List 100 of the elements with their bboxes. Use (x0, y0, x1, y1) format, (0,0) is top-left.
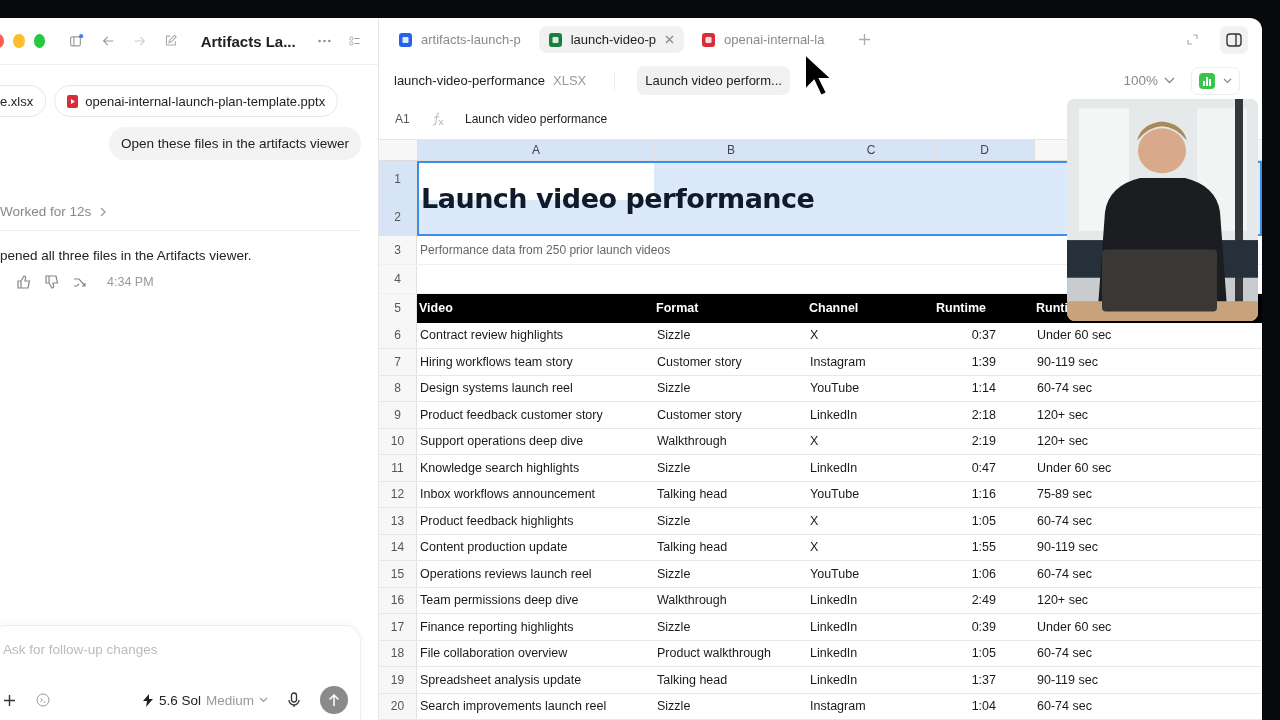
column-heading: Video (418, 301, 454, 315)
arrow-up-icon (328, 693, 340, 707)
worked-status[interactable]: Worked for 12s (0, 204, 92, 219)
table-cell-text: Product walkthrough (656, 645, 772, 663)
table-cell-text: Support operations deep dive (419, 433, 585, 451)
function-icon (431, 112, 445, 127)
table-cell-text: Sizzle (656, 512, 692, 530)
column-header[interactable]: C (807, 139, 934, 160)
row-number[interactable]: 9 (379, 402, 417, 428)
close-icon[interactable] (665, 35, 674, 45)
row-number[interactable]: 16 (379, 587, 417, 613)
table-cell-text: 60-74 sec (1036, 645, 1093, 663)
file-tab[interactable]: openai-internal-la (692, 26, 835, 54)
table-cell-text: Product feedback customer story (419, 406, 604, 424)
more-icon[interactable] (317, 39, 331, 43)
table-cell-text: Sizzle (656, 698, 692, 716)
row-number[interactable]: 18 (379, 640, 417, 666)
row-number[interactable]: 12 (379, 481, 417, 507)
list-icon[interactable] (348, 34, 360, 48)
sidebar-icon[interactable] (69, 32, 84, 50)
table-cell-text: Customer story (656, 406, 743, 424)
table-cell-text: File collaboration overview (419, 645, 569, 663)
table-cell-text: Hiring workflows team story (419, 353, 574, 371)
table-cell-text: Customer story (656, 353, 743, 371)
table-cell-text: 1:37 (970, 671, 997, 689)
microphone-icon[interactable] (288, 692, 300, 708)
file-name: launch-video-performance (394, 73, 546, 89)
new-tab-icon[interactable] (858, 33, 872, 47)
chart-button[interactable] (1191, 66, 1240, 95)
table-cell-text: X (809, 512, 820, 530)
column-header[interactable]: A (417, 139, 654, 160)
sheet-tab[interactable]: Launch video perform... (637, 66, 790, 96)
table-cell-text: 60-74 sec (1036, 512, 1093, 530)
zoom-window-button[interactable] (33, 34, 46, 48)
row-number[interactable]: 3 (379, 235, 417, 264)
table-cell-text: 1:14 (970, 380, 997, 398)
table-cell-text: 90-119 sec (1036, 539, 1099, 557)
table-cell-text: 60-74 sec (1036, 698, 1093, 716)
table-cell-text: Contract review highlights (419, 327, 565, 345)
table-cell-text: 2:49 (970, 592, 997, 610)
table-cell-text: Finance reporting highlights (419, 618, 575, 636)
column-header[interactable]: B (654, 139, 807, 160)
row-number[interactable]: 8 (379, 375, 417, 401)
row-number[interactable]: 13 (379, 508, 417, 534)
row-number[interactable]: 14 (379, 534, 417, 560)
row-number[interactable]: 11 (379, 455, 417, 481)
table-cell-text: Spreadsheet analysis update (419, 671, 583, 689)
row-number[interactable]: 19 (379, 667, 417, 693)
table-cell-text: 120+ sec (1036, 592, 1090, 610)
row-number[interactable]: 17 (379, 614, 417, 640)
row-number[interactable]: 5 (379, 293, 417, 323)
plus-icon[interactable] (3, 693, 16, 707)
model-selector[interactable]: 5.6 Sol Medium (141, 692, 268, 708)
table-cell-text: LinkedIn (809, 645, 859, 663)
row-number[interactable]: 4 (379, 264, 417, 293)
message-time: 4:34 PM (107, 275, 154, 289)
table-cell-text: Talking head (656, 486, 729, 504)
table-cell-text: Talking head (656, 539, 729, 557)
row-number[interactable]: 6 (379, 322, 417, 348)
chevron-right-icon[interactable] (99, 206, 108, 217)
table-cell-text: Instagram (809, 698, 867, 716)
table-cell-text: Sizzle (656, 327, 692, 345)
table-cell-text: 0:47 (970, 459, 997, 477)
row-number[interactable]: 2 (379, 198, 417, 236)
table-cell-text: 60-74 sec (1036, 380, 1093, 398)
message-input[interactable]: Ask for follow-up changes (3, 642, 303, 657)
terminal-icon[interactable] (36, 693, 50, 707)
row-number[interactable]: 15 (379, 561, 417, 587)
file-tab[interactable]: artifacts-launch-p (389, 26, 531, 54)
file-tab[interactable]: launch-video-p (538, 26, 684, 54)
table-cell-text: 1:06 (970, 565, 997, 583)
expand-icon[interactable] (1187, 34, 1198, 46)
cell-reference: A1 (395, 112, 411, 127)
row-number[interactable]: 1 (379, 160, 417, 198)
file-icon (67, 94, 79, 108)
panel-toggle-button[interactable] (1220, 25, 1248, 54)
lightning-icon (141, 693, 154, 707)
table-cell-text: 2:18 (970, 406, 997, 424)
share-icon[interactable] (73, 275, 87, 289)
column-heading: Runtime (935, 301, 987, 315)
table-cell-text: 120+ sec (1036, 433, 1090, 451)
compose-icon[interactable] (163, 33, 177, 49)
row-number[interactable]: 20 (379, 693, 417, 719)
table-cell-text: Talking head (656, 671, 729, 689)
table-cell-text: Under 60 sec (1036, 327, 1113, 345)
table-cell-text: Sizzle (656, 618, 692, 636)
table-cell-text: Under 60 sec (1036, 618, 1113, 636)
send-button[interactable] (320, 686, 348, 714)
thumbs-down-icon[interactable] (45, 275, 59, 289)
thumbs-up-icon[interactable] (17, 275, 31, 289)
zoom-dropdown[interactable]: 100% (1123, 73, 1175, 89)
table-cell-text: YouTube (809, 565, 861, 583)
column-header[interactable]: D (934, 139, 1034, 160)
row-number[interactable]: 10 (379, 428, 417, 454)
table-cell-text: X (809, 433, 820, 451)
table-cell-text: Sizzle (656, 459, 692, 477)
row-number[interactable]: 7 (379, 349, 417, 375)
user-message: Open these files in the artifacts viewer (108, 127, 361, 160)
assistant-message: pened all three files in the Artifacts viewer. (0, 248, 253, 263)
minimize-window-button[interactable] (13, 34, 25, 48)
